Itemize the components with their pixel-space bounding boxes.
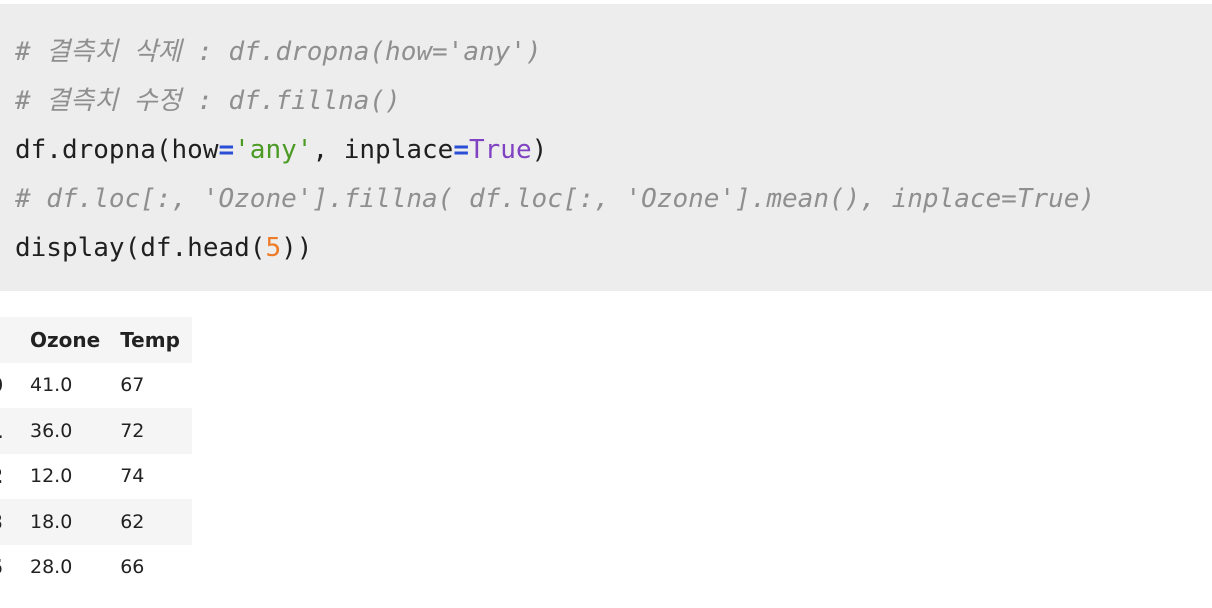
column-header-ozone: Ozone — [30, 327, 101, 352]
code-string: 'any' — [234, 135, 313, 165]
cell-temp: 74 — [120, 465, 145, 488]
code-token: ) — [531, 135, 548, 165]
cell-temp: 72 — [120, 419, 145, 442]
cell-temp: 67 — [120, 374, 145, 397]
row-index: 2 — [0, 454, 22, 500]
table-row: 2 12.0 74 — [0, 453, 192, 500]
code-line-dropna: df.dropna(how='any', inplace=True) — [15, 126, 1095, 175]
code-operator: = — [218, 135, 235, 165]
column-header-temp: Temp — [120, 327, 180, 352]
code-token: display(df.head( — [15, 233, 266, 263]
code-cell[interactable]: # 결측치 삭제 : df.dropna(how='any') # 결측치 수정 … — [0, 4, 1212, 291]
row-index: 3 — [0, 499, 22, 545]
cell-ozone: 18.0 — [30, 510, 73, 533]
cell-ozone: 36.0 — [30, 419, 73, 442]
code-line-comment-dropna: # 결측치 삭제 : df.dropna(how='any') — [15, 37, 542, 67]
code-line-comment-fillna: # 결측치 수정 : df.fillna() — [15, 86, 401, 116]
table-row: 1 36.0 72 — [0, 408, 192, 454]
cell-ozone: 28.0 — [30, 556, 73, 579]
table-row: 3 18.0 62 — [0, 499, 192, 545]
code-token: df.dropna(how — [15, 135, 219, 165]
code-editor[interactable]: # 결측치 삭제 : df.dropna(how='any') # 결측치 수정 … — [15, 28, 1095, 273]
table-row: 0 41.0 67 — [0, 362, 192, 409]
dataframe-table: Ozone Temp 0 41.0 67 1 36.0 72 2 12.0 74… — [0, 317, 192, 590]
cell-temp: 66 — [120, 556, 145, 579]
code-operator: = — [453, 135, 469, 165]
cell-ozone: 12.0 — [30, 465, 73, 488]
code-token: , inplace — [312, 135, 454, 165]
cell-output: Ozone Temp 0 41.0 67 1 36.0 72 2 12.0 74… — [0, 317, 240, 608]
cell-ozone: 41.0 — [30, 374, 73, 397]
table-header-row: Ozone Temp — [0, 317, 192, 363]
index-header — [0, 317, 22, 363]
table-row: 5 28.0 66 — [0, 544, 192, 591]
cell-temp: 62 — [120, 510, 145, 533]
code-keyword: True — [468, 135, 532, 165]
code-token: )) — [281, 233, 313, 263]
code-number: 5 — [265, 233, 282, 263]
row-index: 1 — [0, 408, 22, 454]
row-index: 0 — [0, 363, 22, 409]
row-index: 5 — [0, 545, 22, 591]
code-line-display: display(df.head(5)) — [15, 224, 1095, 273]
code-line-comment-loc: # df.loc[:, 'Ozone'].fillna( df.loc[:, '… — [15, 184, 1096, 214]
